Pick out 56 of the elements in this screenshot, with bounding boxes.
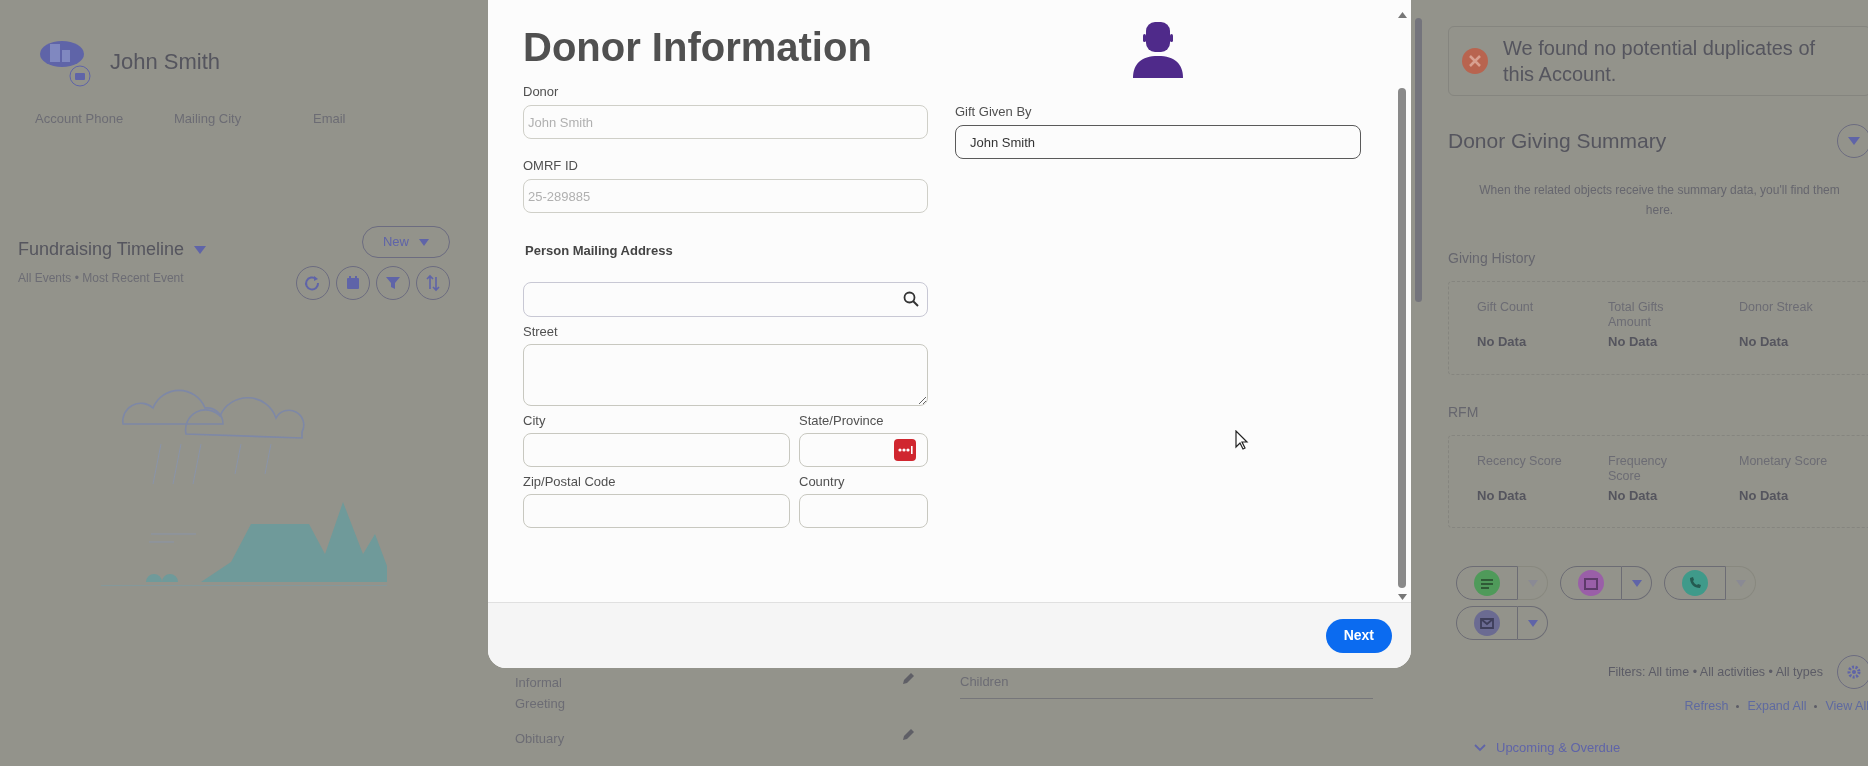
event-icon (1578, 570, 1604, 596)
caret-icon[interactable] (194, 245, 207, 254)
field-label: Country (799, 472, 846, 491)
scroll-up-icon[interactable] (1397, 12, 1407, 18)
caret-icon (1527, 619, 1538, 627)
input-field[interactable] (799, 432, 928, 467)
field-label: Donor (523, 83, 560, 101)
task-icon (1474, 570, 1500, 596)
text-area[interactable] (523, 343, 928, 406)
sort-icon (424, 274, 442, 292)
metric-value: No Data (1739, 486, 1790, 505)
field-label: Zip/Postal Code (523, 472, 617, 491)
summary-title: Donor Giving Summary (1448, 128, 1667, 155)
caret-icon (1848, 137, 1860, 145)
timeline-title: Fundraising Timeline (18, 238, 185, 261)
scrollbar-thumb[interactable] (1415, 18, 1422, 302)
metric-value: No Data (1739, 333, 1790, 351)
caret-icon (419, 238, 429, 246)
action-button[interactable] (1560, 566, 1622, 600)
person-icon (1133, 22, 1183, 78)
caret-icon (1631, 579, 1642, 587)
search-icon (903, 291, 919, 307)
duplicates-message: We found no potential duplicates of this Account. (1503, 36, 1817, 87)
record-name: John Smith (110, 48, 221, 76)
metric-value: No Data (1477, 486, 1528, 505)
section-heading: Person Mailing Address (524, 242, 674, 260)
metric-value: No Data (1608, 333, 1659, 351)
pencil-icon[interactable] (901, 728, 915, 742)
next-button[interactable]: Next (1325, 618, 1392, 653)
settings-icon (1846, 664, 1862, 680)
metric-value: No Data (1608, 486, 1659, 505)
input-field[interactable] (799, 493, 928, 528)
refresh-icon (304, 274, 322, 292)
email-icon (1474, 610, 1500, 636)
scroll-down-icon[interactable] (1397, 594, 1407, 600)
input-field[interactable] (523, 432, 790, 467)
input-field[interactable]: John Smith (955, 125, 1361, 159)
call-icon (1682, 570, 1708, 596)
filter-icon (384, 274, 402, 292)
field-label: OMRF ID (523, 157, 579, 175)
field-label: Street (523, 322, 559, 341)
password-manager-icon[interactable] (894, 438, 916, 461)
field-label: City (523, 411, 547, 430)
dialog-title: Donor Information (523, 24, 873, 71)
calendar-icon (344, 274, 362, 292)
pencil-icon[interactable] (901, 672, 915, 686)
metric-value: No Data (1477, 333, 1528, 351)
field-label: Gift Given By (955, 103, 1033, 121)
cursor-icon (1235, 430, 1249, 450)
action-button[interactable] (1456, 606, 1518, 640)
alert-icon (1461, 47, 1489, 75)
chevron-icon[interactable] (1474, 743, 1486, 752)
field-label: State/Province (799, 411, 885, 430)
scrollbar-thumb[interactable] (1398, 88, 1406, 588)
input-field[interactable] (523, 493, 790, 528)
search-field[interactable] (523, 281, 928, 317)
